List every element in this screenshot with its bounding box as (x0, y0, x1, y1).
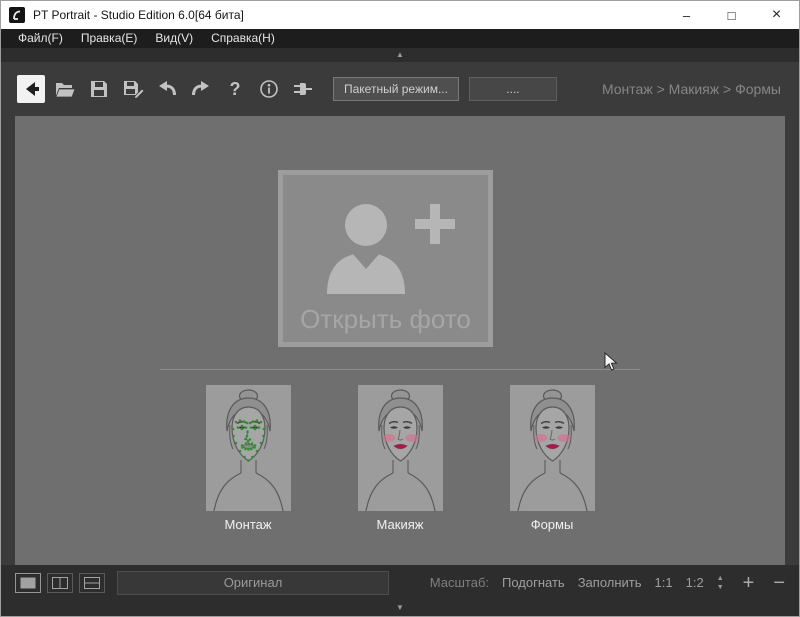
single-view-button[interactable] (15, 573, 41, 593)
open-folder-button[interactable] (51, 75, 79, 103)
thumbnail-makeup[interactable]: Макияж (358, 385, 443, 532)
view-mode-buttons (15, 573, 105, 593)
redo-button[interactable] (187, 75, 215, 103)
makeup-face-preview (358, 385, 443, 511)
split-vertical-button[interactable] (47, 573, 73, 593)
open-photo-dropzone[interactable]: Открыть фото (278, 170, 493, 347)
photo-arrow-icon (20, 78, 42, 100)
two-pane-horizontal-icon (84, 577, 100, 589)
mode-thumbnails: Монтаж Макияж Формы (15, 385, 785, 532)
montage-face-preview (206, 385, 291, 511)
toolbar-collapse-strip[interactable]: ▲ (1, 48, 799, 62)
menu-edit[interactable]: Правка(E) (72, 29, 147, 48)
open-photo-label: Открыть фото (300, 304, 471, 335)
zoom-controls: Масштаб: Подогнать Заполнить 1:1 1:2 ▲ ▼… (430, 573, 785, 593)
zoom-out-button[interactable]: − (773, 573, 785, 593)
toolbar: ? Пакетный режим... .... (1, 62, 799, 116)
stepper-up-icon[interactable]: ▲ (717, 575, 724, 582)
breadcrumb: Монтаж > Макияж > Формы (602, 81, 781, 97)
split-horizontal-button[interactable] (79, 573, 105, 593)
menu-file[interactable]: Файл(F) (9, 29, 72, 48)
folder-icon (54, 78, 76, 100)
collapse-up-icon: ▲ (396, 51, 404, 59)
bottombar-collapse-strip[interactable]: ▼ (1, 600, 799, 616)
info-button[interactable] (255, 75, 283, 103)
shapes-face-preview (510, 385, 595, 511)
stepper-down-icon[interactable]: ▼ (717, 584, 724, 591)
thumbnail-label: Макияж (377, 517, 424, 532)
app-window: PT Portrait - Studio Edition 6.0[64 бита… (0, 0, 800, 617)
thumbnail-label: Монтаж (224, 517, 271, 532)
add-photo-icon (311, 199, 461, 294)
undo-arrow-icon (156, 78, 178, 100)
maximize-button[interactable]: □ (709, 1, 754, 29)
plug-icon (292, 78, 314, 100)
save-button[interactable] (85, 75, 113, 103)
thumbnail-shapes[interactable]: Формы (510, 385, 595, 532)
window-title: PT Portrait - Studio Edition 6.0[64 бита… (33, 8, 664, 22)
question-icon: ? (230, 79, 241, 100)
canvas-frame: Открыть фото Монтаж Макияж (1, 116, 799, 565)
help-button[interactable]: ? (221, 75, 249, 103)
scale-label: Масштаб: (430, 575, 489, 590)
titlebar: PT Portrait - Studio Edition 6.0[64 бита… (1, 1, 799, 29)
menu-help[interactable]: Справка(H) (202, 29, 284, 48)
more-options-button[interactable]: .... (469, 77, 557, 101)
open-photo-button[interactable] (17, 75, 45, 103)
save-as-button[interactable] (119, 75, 147, 103)
canvas: Открыть фото Монтаж Макияж (15, 116, 785, 565)
collapse-down-icon: ▼ (396, 604, 404, 612)
menubar: Файл(F) Правка(E) Вид(V) Справка(H) (1, 29, 799, 48)
plugins-button[interactable] (289, 75, 317, 103)
info-icon (258, 78, 280, 100)
fill-button[interactable]: Заполнить (578, 575, 642, 590)
redo-arrow-icon (190, 78, 212, 100)
floppy-pencil-icon (122, 78, 144, 100)
thumbnail-montage[interactable]: Монтаж (206, 385, 291, 532)
ratio-stepper: ▲ ▼ (717, 575, 724, 591)
app-logo-icon (9, 7, 25, 23)
bottombar: Оригинал Масштаб: Подогнать Заполнить 1:… (1, 565, 799, 600)
single-pane-icon (20, 577, 36, 589)
mouse-cursor (604, 352, 618, 377)
window-controls: – □ × (664, 1, 799, 29)
ratio-1-1-button[interactable]: 1:1 (655, 575, 673, 590)
close-button[interactable]: × (754, 1, 799, 29)
divider-line (160, 369, 640, 370)
thumbnail-label: Формы (531, 517, 574, 532)
original-view-button[interactable]: Оригинал (117, 571, 389, 595)
minimize-button[interactable]: – (664, 1, 709, 29)
fit-button[interactable]: Подогнать (502, 575, 565, 590)
menu-view[interactable]: Вид(V) (146, 29, 202, 48)
floppy-icon (88, 78, 110, 100)
ratio-1-2-button[interactable]: 1:2 (686, 575, 704, 590)
zoom-in-button[interactable]: + (743, 573, 755, 593)
two-pane-vertical-icon (52, 577, 68, 589)
undo-button[interactable] (153, 75, 181, 103)
batch-mode-button[interactable]: Пакетный режим... (333, 77, 459, 101)
